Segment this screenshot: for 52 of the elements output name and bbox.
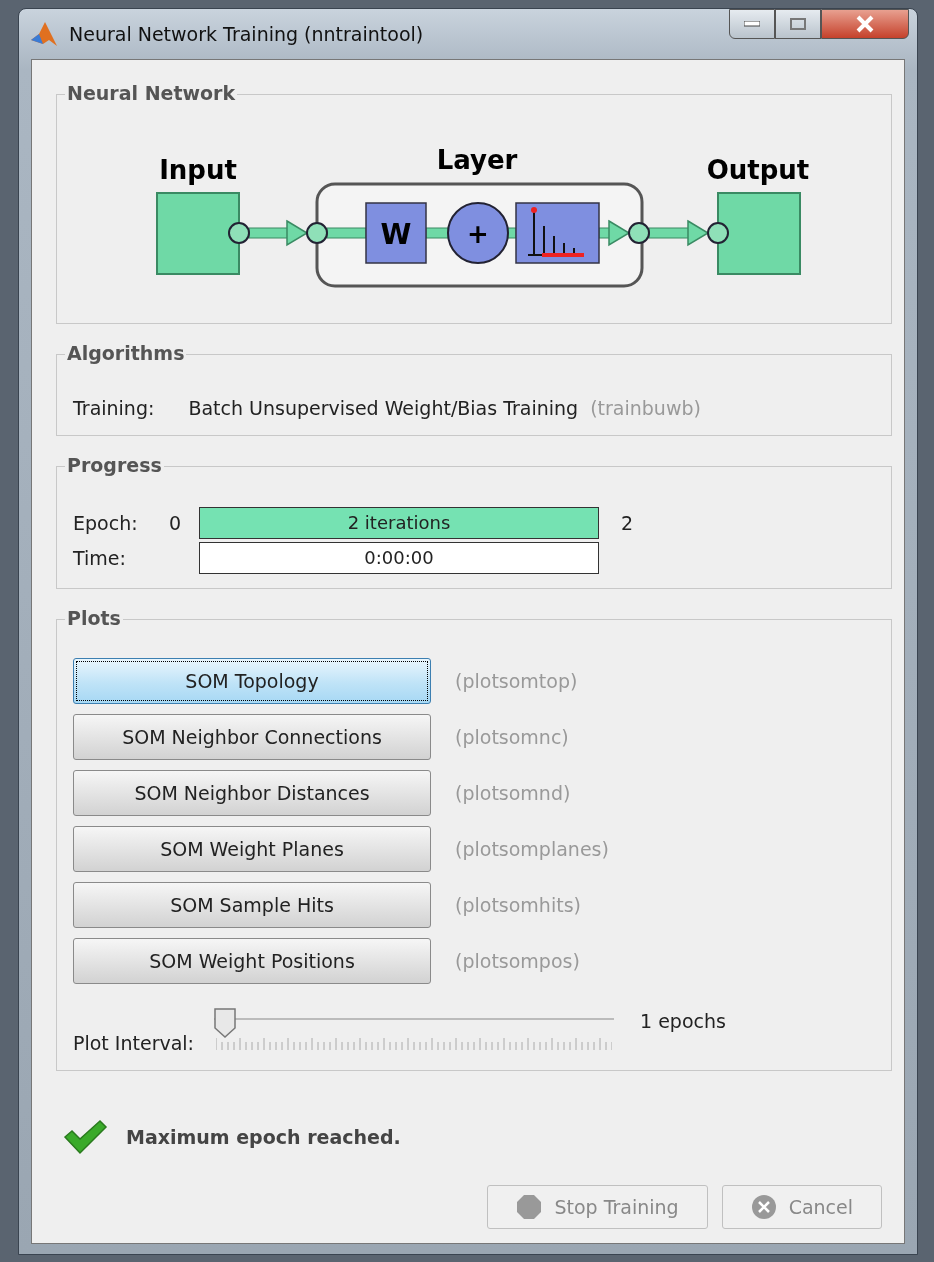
plot-button[interactable]: SOM Sample Hits (73, 882, 431, 928)
connector-arrow (648, 219, 710, 247)
panel-title: Algorithms (65, 342, 187, 364)
field-label: Epoch: (73, 512, 139, 534)
peak-icon (29, 20, 59, 48)
time-field: 0:00:00 (199, 542, 599, 574)
minimize-button[interactable] (729, 9, 775, 39)
function-name: (plotsomhits) (455, 894, 581, 916)
start-value: 0 (169, 512, 183, 534)
checkmark-icon (62, 1119, 108, 1155)
output-label: Output (706, 155, 810, 185)
function-name: (plotsomtop) (455, 670, 578, 692)
plot-button[interactable]: SOM Neighbor Distances (73, 770, 431, 816)
close-button[interactable] (821, 9, 909, 39)
function-name: (plotsomplanes) (455, 838, 609, 860)
port-icon (228, 222, 250, 244)
function-name: (plotsompos) (455, 950, 580, 972)
plot-button[interactable]: SOM Weight Planes (73, 826, 431, 872)
stop-icon (516, 1194, 543, 1220)
plot-button[interactable]: SOM Weight Positions (73, 938, 431, 984)
layer-label: Layer (436, 145, 518, 175)
sum-node (447, 202, 509, 264)
weight-label: W (380, 218, 412, 251)
input-label: Input (159, 155, 237, 185)
function-name: (plotsomnd) (455, 782, 571, 804)
weight-block (365, 202, 427, 264)
interval-reading: 1 epochs (640, 1010, 726, 1032)
window-title: Neural Network Training (nntraintool) (69, 23, 425, 45)
field-label: Training: (73, 397, 155, 419)
connector-arrow (598, 219, 631, 247)
port-icon (306, 222, 328, 244)
field-label: Time: (73, 547, 127, 569)
function-name: (plotsomnc) (455, 726, 569, 748)
cancel-icon (750, 1194, 777, 1220)
sum-label: + (467, 219, 489, 249)
port-icon (707, 222, 729, 244)
plot-button[interactable]: SOM Neighbor Connections (73, 714, 431, 760)
function-name: (trainbuwb) (590, 397, 701, 419)
minimize-icon (744, 21, 760, 27)
progress-text: 2 iterations (346, 511, 452, 535)
slider-thumb[interactable] (214, 1008, 236, 1038)
status-message: Maximum epoch reached. (126, 1126, 401, 1148)
maximize-icon (790, 18, 806, 30)
plot-button[interactable]: SOM Topology (73, 658, 431, 704)
maximize-button[interactable] (775, 9, 821, 39)
algorithm-name: Batch Unsupervised Weight/Bias Training (188, 397, 579, 419)
connector-arrow (248, 219, 309, 247)
port-icon (628, 222, 650, 244)
end-value: 2 (620, 512, 635, 534)
transfer-function-icon (515, 202, 600, 264)
close-icon (855, 15, 875, 33)
field-label: Plot Interval: (73, 1032, 194, 1054)
